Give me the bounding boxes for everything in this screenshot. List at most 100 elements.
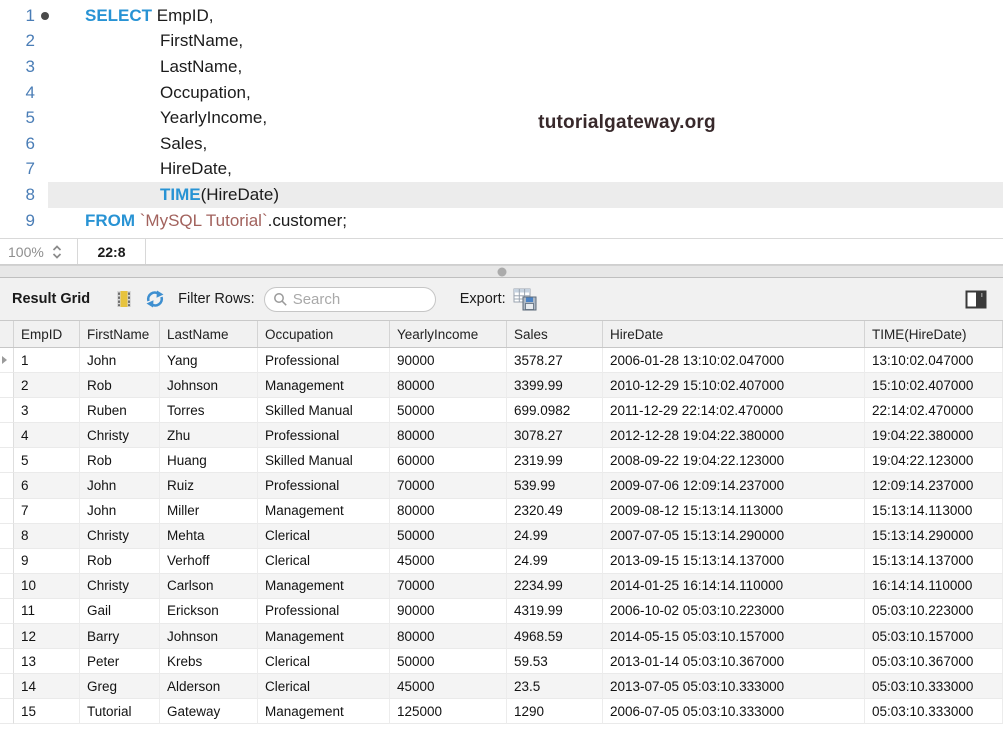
table-cell[interactable]: John [80,499,160,524]
table-row[interactable]: 11GailEricksonProfessional900004319.9920… [0,599,1003,624]
sql-line-8[interactable]: 8TIME(HireDate) [0,182,1003,208]
sql-line-9[interactable]: 9FROM `MySQL Tutorial`.customer; [0,208,1003,234]
table-cell[interactable]: 10 [14,574,80,599]
sql-line-2[interactable]: 2FirstName, [0,29,1003,55]
table-cell[interactable]: Professional [258,473,390,498]
table-cell[interactable]: Gail [80,599,160,624]
sql-line-content[interactable]: Sales, [48,131,1003,157]
row-gutter-cell[interactable] [0,599,14,624]
table-cell[interactable]: 2319.99 [507,448,603,473]
sql-line-content[interactable]: Occupation, [48,80,1003,106]
table-cell[interactable]: 12 [14,624,80,649]
table-row[interactable]: 9RobVerhoffClerical4500024.992013-09-15 … [0,549,1003,574]
table-cell[interactable]: 19:04:22.380000 [865,423,1003,448]
table-cell[interactable]: 2009-08-12 15:13:14.113000 [603,499,865,524]
table-cell[interactable]: 13 [14,649,80,674]
table-cell[interactable]: Carlson [160,574,258,599]
table-cell[interactable]: Rob [80,549,160,574]
table-cell[interactable]: 60000 [390,448,507,473]
table-cell[interactable]: 70000 [390,574,507,599]
table-cell[interactable]: 2014-01-25 16:14:14.110000 [603,574,865,599]
table-cell[interactable]: 2010-12-29 15:10:02.407000 [603,373,865,398]
sql-line-content[interactable]: HireDate, [48,157,1003,183]
table-cell[interactable]: 4 [14,423,80,448]
table-cell[interactable]: Huang [160,448,258,473]
table-row[interactable]: 14GregAldersonClerical4500023.52013-07-0… [0,674,1003,699]
table-cell[interactable]: 15:13:14.290000 [865,524,1003,549]
row-gutter-cell[interactable] [0,448,14,473]
row-gutter-cell[interactable] [0,524,14,549]
table-cell[interactable]: 2013-09-15 15:13:14.137000 [603,549,865,574]
table-cell[interactable]: Management [258,624,390,649]
table-cell[interactable]: 50000 [390,649,507,674]
row-gutter-cell[interactable] [0,574,14,599]
table-row[interactable]: 5RobHuangSkilled Manual600002319.992008-… [0,448,1003,473]
table-cell[interactable]: Rob [80,373,160,398]
table-cell[interactable]: Zhu [160,423,258,448]
table-cell[interactable]: 2013-07-05 05:03:10.333000 [603,674,865,699]
sql-code-area[interactable]: 1SELECT EmpID,2FirstName,3LastName,4Occu… [0,3,1003,233]
table-cell[interactable]: 6 [14,473,80,498]
table-row[interactable]: 10ChristyCarlsonManagement700002234.9920… [0,574,1003,599]
table-cell[interactable]: 3578.27 [507,348,603,373]
table-cell[interactable]: Alderson [160,674,258,699]
table-cell[interactable]: 24.99 [507,549,603,574]
table-cell[interactable]: Professional [258,348,390,373]
table-row[interactable]: 1JohnYangProfessional900003578.272006-01… [0,348,1003,373]
column-header-occupation[interactable]: Occupation [258,321,390,347]
row-gutter-cell[interactable] [0,674,14,699]
column-header-sales[interactable]: Sales [507,321,603,347]
table-cell[interactable]: 13:10:02.047000 [865,348,1003,373]
table-cell[interactable]: 15:10:02.407000 [865,373,1003,398]
refresh-icon[interactable] [145,289,165,309]
table-cell[interactable]: Professional [258,599,390,624]
table-cell[interactable]: 45000 [390,549,507,574]
table-cell[interactable]: 80000 [390,423,507,448]
table-cell[interactable]: 23.5 [507,674,603,699]
table-cell[interactable]: Christy [80,574,160,599]
table-cell[interactable]: 2008-09-22 19:04:22.123000 [603,448,865,473]
sql-line-content[interactable]: SELECT EmpID, [48,3,1003,29]
pane-splitter[interactable] [0,265,1003,278]
table-cell[interactable]: Ruben [80,398,160,423]
row-gutter-cell[interactable] [0,499,14,524]
table-cell[interactable]: Johnson [160,373,258,398]
table-cell[interactable]: Rob [80,448,160,473]
row-gutter-cell[interactable] [0,473,14,498]
table-cell[interactable]: 8 [14,524,80,549]
table-cell[interactable]: 3 [14,398,80,423]
table-cell[interactable]: 1290 [507,699,603,724]
row-gutter-cell[interactable] [0,398,14,423]
table-cell[interactable]: 70000 [390,473,507,498]
table-cell[interactable]: Christy [80,423,160,448]
table-cell[interactable]: 3399.99 [507,373,603,398]
row-gutter-cell[interactable] [0,649,14,674]
table-row[interactable]: 3RubenTorresSkilled Manual50000699.09822… [0,398,1003,423]
table-cell[interactable]: Verhoff [160,549,258,574]
sql-line-content[interactable]: FirstName, [48,29,1003,55]
sql-line-1[interactable]: 1SELECT EmpID, [0,3,1003,29]
table-cell[interactable]: 2006-01-28 13:10:02.047000 [603,348,865,373]
sql-line-6[interactable]: 6Sales, [0,131,1003,157]
table-cell[interactable]: 14 [14,674,80,699]
table-cell[interactable]: 80000 [390,499,507,524]
table-cell[interactable]: 2320.49 [507,499,603,524]
column-header-yearlyincome[interactable]: YearlyIncome [390,321,507,347]
table-cell[interactable]: 2011-12-29 22:14:02.470000 [603,398,865,423]
table-row[interactable]: 4ChristyZhuProfessional800003078.272012-… [0,423,1003,448]
table-cell[interactable]: 15:13:14.137000 [865,549,1003,574]
sql-line-content[interactable]: LastName, [48,54,1003,80]
table-cell[interactable]: Management [258,373,390,398]
table-cell[interactable]: Professional [258,423,390,448]
table-cell[interactable]: Skilled Manual [258,448,390,473]
table-cell[interactable]: 59.53 [507,649,603,674]
table-cell[interactable]: 05:03:10.333000 [865,674,1003,699]
table-cell[interactable]: 2013-01-14 05:03:10.367000 [603,649,865,674]
table-cell[interactable]: 22:14:02.470000 [865,398,1003,423]
table-cell[interactable]: 4968.59 [507,624,603,649]
table-cell[interactable]: Erickson [160,599,258,624]
column-header-lastname[interactable]: LastName [160,321,258,347]
sql-line-3[interactable]: 3LastName, [0,54,1003,80]
table-cell[interactable]: 7 [14,499,80,524]
table-cell[interactable]: Gateway [160,699,258,724]
